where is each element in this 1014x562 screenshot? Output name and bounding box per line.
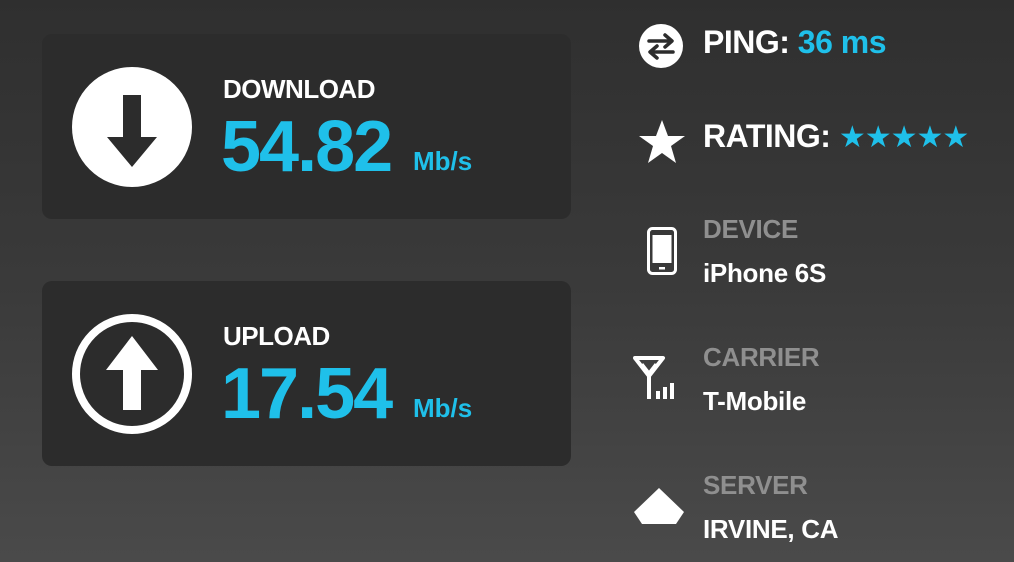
server-value: IRVINE, CA (703, 514, 839, 544)
rating-stars: ★★★★★ (838, 121, 969, 154)
download-label: DOWNLOAD (223, 74, 375, 104)
upload-label: UPLOAD (223, 321, 330, 351)
rating-label: RATING: (703, 118, 831, 154)
swap-arrows-icon (639, 24, 683, 68)
server-icon (634, 488, 684, 524)
ping-value: 36 ms (797, 24, 887, 60)
upload-value: 17.54 (221, 354, 393, 434)
server-title: SERVER (703, 470, 808, 500)
carrier-value: T-Mobile (703, 386, 807, 416)
device-value: iPhone 6S (703, 258, 826, 288)
upload-unit: Mb/s (413, 393, 473, 423)
download-card: DOWNLOAD 54.82 Mb/s (42, 34, 571, 219)
signal-icon (633, 356, 674, 399)
phone-icon (647, 227, 677, 275)
download-unit: Mb/s (413, 146, 473, 176)
arrow-up-circle-icon (72, 314, 192, 434)
arrow-down-circle-icon (72, 67, 192, 187)
upload-card: UPLOAD 17.54 Mb/s (42, 281, 571, 466)
download-value: 54.82 (221, 107, 393, 187)
star-icon (639, 120, 685, 163)
ping-label: PING: (703, 24, 790, 60)
device-title: DEVICE (703, 214, 799, 244)
carrier-title: CARRIER (703, 342, 820, 372)
